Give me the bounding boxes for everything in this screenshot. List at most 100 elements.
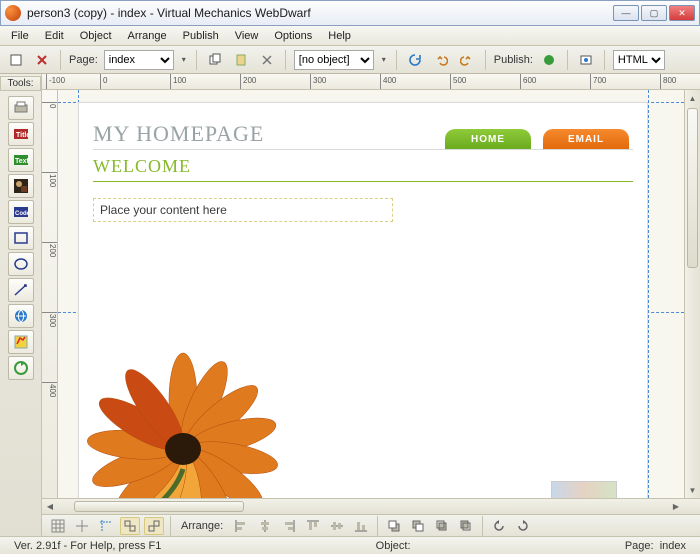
ruler-vertical[interactable]: 0 100 200 300 400 [42, 90, 58, 498]
language-select[interactable]: HTML [613, 50, 665, 70]
page-label: Page: [69, 54, 98, 66]
tool-ellipse[interactable] [8, 252, 34, 276]
svg-text:Code: Code [15, 211, 29, 217]
tool-line[interactable] [8, 278, 34, 302]
undo-button[interactable] [431, 50, 451, 70]
redo-button[interactable] [457, 50, 477, 70]
snap-object-a[interactable] [120, 517, 140, 535]
tool-code[interactable]: Code [8, 200, 34, 224]
tool-color[interactable] [8, 330, 34, 354]
minimize-button[interactable]: — [613, 5, 639, 21]
welcome-heading[interactable]: WELCOME [93, 150, 633, 182]
bring-front[interactable] [384, 517, 404, 535]
menu-arrange[interactable]: Arrange [121, 28, 174, 44]
menu-publish[interactable]: Publish [176, 28, 226, 44]
tools-panel: Tools: Title Text Code [0, 74, 42, 536]
grid-toggle[interactable] [48, 517, 68, 535]
align-center-h[interactable] [255, 517, 275, 535]
content-placeholder[interactable]: Place your content here [93, 198, 393, 222]
maximize-button[interactable]: ▢ [641, 5, 667, 21]
ruler-h-tick: 700 [590, 74, 606, 89]
ruler-h-tick: 0 [100, 74, 107, 89]
preview-button[interactable] [576, 50, 596, 70]
menu-options[interactable]: Options [267, 28, 319, 44]
menu-edit[interactable]: Edit [38, 28, 71, 44]
send-back[interactable] [408, 517, 428, 535]
page-heading[interactable]: MY HOMEPAGE [93, 121, 264, 147]
align-left[interactable] [231, 517, 251, 535]
scrollbar-vertical[interactable]: ▲ ▼ [684, 90, 700, 498]
status-page-label: Page: index [617, 540, 694, 552]
scroll-down-icon[interactable]: ▼ [685, 482, 700, 498]
guide-vertical[interactable] [648, 90, 649, 498]
page-select-more-icon[interactable]: ▾ [180, 55, 188, 64]
toolbar: Page: index ▾ [no object] ▾ Publish: HTM… [0, 46, 700, 74]
tool-print[interactable] [8, 96, 34, 120]
refresh-button[interactable] [405, 50, 425, 70]
status-version-help: Ver. 2.91f - For Help, press F1 [6, 540, 169, 552]
delete-page-button[interactable] [32, 50, 52, 70]
copy-button[interactable] [205, 50, 225, 70]
new-page-button[interactable] [6, 50, 26, 70]
align-bottom[interactable] [351, 517, 371, 535]
flower-image[interactable] [63, 339, 303, 498]
tool-link[interactable] [8, 304, 34, 328]
snap-object-b[interactable] [144, 517, 164, 535]
status-object-label: Object: [368, 540, 419, 552]
main-area: Tools: Title Text Code -100 0 100 200 30… [0, 74, 700, 536]
ruler-horizontal[interactable]: -100 0 100 200 300 400 500 600 700 800 [42, 74, 700, 90]
publish-label: Publish: [494, 54, 533, 66]
thumbnail-image[interactable] [551, 481, 617, 498]
scroll-left-icon[interactable]: ◀ [42, 499, 58, 514]
menu-file[interactable]: File [4, 28, 36, 44]
ruler-h-tick: 100 [170, 74, 186, 89]
window-title: person3 (copy) - index - Virtual Mechani… [27, 6, 613, 20]
ruler-v-tick: 100 [42, 172, 57, 187]
nav-tab-home[interactable]: HOME [445, 129, 531, 149]
workspace: -100 0 100 200 300 400 500 600 700 800 0… [42, 74, 700, 536]
page-select[interactable]: index [104, 50, 174, 70]
menu-help[interactable]: Help [321, 28, 358, 44]
tool-refresh-green[interactable] [8, 356, 34, 380]
ruler-h-tick: 600 [520, 74, 536, 89]
cut-button[interactable] [257, 50, 277, 70]
snap-center[interactable] [72, 517, 92, 535]
align-right[interactable] [279, 517, 299, 535]
arrange-toolbar: Arrange: [42, 514, 700, 536]
rotate-right[interactable] [513, 517, 533, 535]
send-backward[interactable] [456, 517, 476, 535]
page-document[interactable]: MY HOMEPAGE HOME EMAIL WELCOME Place you… [78, 102, 648, 498]
object-select[interactable]: [no object] [294, 50, 374, 70]
ruler-h-tick: 500 [450, 74, 466, 89]
scroll-thumb-horizontal[interactable] [74, 501, 244, 512]
canvas[interactable]: MY HOMEPAGE HOME EMAIL WELCOME Place you… [58, 90, 684, 498]
svg-text:Text: Text [15, 158, 29, 165]
arrange-label: Arrange: [181, 520, 223, 532]
scroll-right-icon[interactable]: ▶ [668, 499, 684, 514]
align-top[interactable] [303, 517, 323, 535]
rotate-left[interactable] [489, 517, 509, 535]
scrollbar-horizontal[interactable]: ◀ ▶ [42, 498, 700, 514]
scroll-thumb-vertical[interactable] [687, 108, 698, 268]
menu-view[interactable]: View [228, 28, 266, 44]
paste-button[interactable] [231, 50, 251, 70]
menu-object[interactable]: Object [73, 28, 119, 44]
object-select-more-icon[interactable]: ▾ [380, 55, 388, 64]
statusbar: Ver. 2.91f - For Help, press F1 Object: … [0, 536, 700, 554]
publish-button[interactable] [539, 50, 559, 70]
bring-forward[interactable] [432, 517, 452, 535]
align-center-v[interactable] [327, 517, 347, 535]
tools-header: Tools: [0, 76, 41, 91]
ruler-h-tick: 200 [240, 74, 256, 89]
snap-guides[interactable] [96, 517, 116, 535]
scroll-up-icon[interactable]: ▲ [685, 90, 700, 106]
tool-image[interactable] [8, 174, 34, 198]
menubar: File Edit Object Arrange Publish View Op… [0, 26, 700, 46]
nav-tab-email[interactable]: EMAIL [543, 129, 629, 149]
tool-rectangle[interactable] [8, 226, 34, 250]
tool-title[interactable]: Title [8, 122, 34, 146]
close-button[interactable]: ✕ [669, 5, 695, 21]
ruler-h-tick: 400 [380, 74, 396, 89]
ruler-h-tick: 300 [310, 74, 326, 89]
tool-text[interactable]: Text [8, 148, 34, 172]
